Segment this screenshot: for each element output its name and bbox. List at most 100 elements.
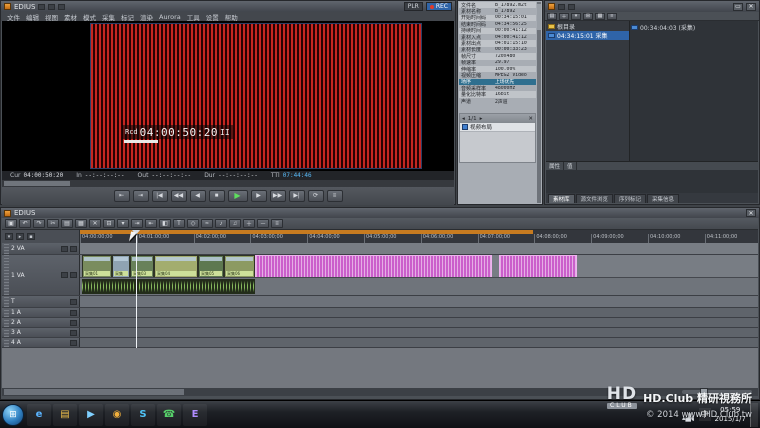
track-mute-icon[interactable] (70, 299, 77, 305)
menu-item[interactable]: 标记 (121, 12, 134, 22)
marker-button[interactable]: ◇ (187, 219, 199, 228)
copy-button[interactable]: ▤ (61, 219, 73, 228)
music-clip[interactable] (255, 255, 492, 278)
track-mute-icon[interactable] (61, 246, 68, 252)
layout-icon[interactable] (38, 4, 45, 10)
property-row[interactable]: 声道 2声道 (459, 98, 536, 104)
effects-close-icon[interactable]: ✕ (528, 116, 533, 122)
track-grip[interactable] (4, 243, 9, 254)
track-grip[interactable] (4, 255, 9, 295)
bin-tab[interactable]: 采集信息 (647, 194, 679, 203)
cut-button[interactable]: ✂ (47, 219, 59, 228)
track-header-2a[interactable]: 2 A (2, 318, 80, 327)
output-menu-button[interactable]: ≡ (327, 190, 343, 202)
timeline-hscrollbar-thumb[interactable] (4, 389, 184, 395)
track-grip[interactable] (4, 296, 9, 307)
track-lock-icon[interactable]: ▪ (27, 233, 35, 240)
fast-forward-button[interactable]: ▶▶ (270, 190, 286, 202)
bin-tree-capture[interactable]: 04:34:15:01 采集 (546, 31, 629, 40)
prev-frame-button[interactable]: ◀ (190, 190, 206, 202)
rewind-button[interactable]: ◀◀ (171, 190, 187, 202)
ripple-delete-button[interactable]: ⊟ (103, 219, 115, 228)
zoom-out-button[interactable]: － (257, 219, 269, 228)
bin-tab[interactable]: 序列标记 (614, 194, 646, 203)
next-clip-button[interactable]: ▶| (289, 190, 305, 202)
bin-pin-icon[interactable] (568, 4, 575, 10)
detail-view-button[interactable]: ▦ (595, 13, 605, 20)
play-button[interactable]: ▶ (228, 190, 248, 202)
add-clip-button[interactable]: ＋ (559, 13, 569, 20)
track-lane-2va[interactable] (80, 243, 758, 254)
track-header-t[interactable]: T (2, 296, 80, 307)
bin-minimize-button[interactable]: ▭ (733, 3, 743, 11)
track-mute-icon[interactable] (61, 272, 68, 278)
search-button[interactable]: ≡ (607, 13, 617, 20)
track-lane-1va-audio[interactable] (80, 277, 758, 295)
track-header-1va[interactable]: 1 VA (2, 255, 80, 295)
menu-item[interactable]: 视图 (45, 12, 58, 22)
music-clip[interactable] (499, 255, 577, 278)
start-button[interactable]: ⊞ (2, 404, 24, 426)
mixer-button[interactable]: ♫ (229, 219, 241, 228)
track-lane-2a[interactable] (80, 318, 758, 327)
bin-clip-item[interactable]: 00:34:04:03 (采集) (631, 22, 757, 32)
track-lane-1a[interactable] (80, 308, 758, 317)
menu-item[interactable]: 设置 (206, 12, 219, 22)
insert-mode-button[interactable]: ⇥ (131, 219, 143, 228)
track-grip[interactable] (4, 318, 9, 327)
timeline-close-button[interactable]: ✕ (746, 209, 756, 217)
track-mute-icon[interactable] (70, 310, 77, 316)
zoom-in-button[interactable]: ＋ (243, 219, 255, 228)
waveform-button[interactable]: ♪ (215, 219, 227, 228)
menu-item[interactable]: 工具 (187, 12, 200, 22)
track-header-1a[interactable]: 1 A (2, 308, 80, 317)
taskbar-chrome-icon[interactable]: ◉ (105, 404, 129, 426)
menu-item[interactable]: 文件 (7, 12, 20, 22)
set-in-button[interactable]: ⇤ (114, 190, 130, 202)
rec-button[interactable]: REC (426, 2, 452, 11)
snap-toggle-button[interactable]: ≈ (201, 219, 213, 228)
track-mute-icon[interactable] (70, 320, 77, 326)
bin-detail-column[interactable]: 属性 (546, 162, 564, 170)
track-header-3a[interactable]: 3 A (2, 328, 80, 337)
save-project-button[interactable]: ▣ (5, 219, 17, 228)
track-collapse-icon[interactable]: ▾ (5, 233, 13, 240)
menu-item[interactable]: 采集 (102, 12, 115, 22)
track-mute-icon[interactable] (70, 340, 77, 346)
track-grip[interactable] (4, 338, 9, 347)
delete-button[interactable]: ✕ (89, 219, 101, 228)
menu-item[interactable]: 渲染 (140, 12, 153, 22)
info-scrollbar[interactable] (537, 2, 541, 203)
track-lane-3a[interactable] (80, 328, 758, 337)
stop-button[interactable]: ■ (209, 190, 225, 202)
bin-tree-root[interactable]: 根目录 (546, 22, 629, 31)
undo-button[interactable]: ↶ (19, 219, 31, 228)
bin-dock-icon[interactable] (558, 4, 565, 10)
bin-detail-column[interactable]: 值 (564, 162, 577, 170)
menu-item[interactable]: 素材 (64, 12, 77, 22)
plr-button[interactable]: PLR (404, 2, 423, 11)
track-lane-4a[interactable] (80, 338, 758, 347)
track-options-icon[interactable]: ▸ (16, 233, 24, 240)
prev-clip-button[interactable]: |◀ (152, 190, 168, 202)
new-folder-button[interactable]: ▤ (547, 13, 557, 20)
next-frame-button[interactable]: ▶ (251, 190, 267, 202)
paste-button[interactable]: ▦ (75, 219, 87, 228)
settings-button[interactable]: ≡ (271, 219, 283, 228)
effects-next-icon[interactable]: ▸ (480, 116, 483, 122)
effects-prev-icon[interactable]: ◂ (462, 116, 465, 122)
playhead-line[interactable] (136, 230, 137, 348)
loop-button[interactable]: ⟳ (308, 190, 324, 202)
track-lane-t[interactable] (80, 296, 758, 307)
track-lock-icon[interactable] (70, 246, 77, 252)
effect-item-layouter[interactable]: 视频布局 (460, 123, 535, 132)
track-header-4a[interactable]: 4 A (2, 338, 80, 347)
track-lock-icon[interactable] (70, 272, 77, 278)
track-lane-1va-video[interactable]: 采集01 采集02 采集03 采集04 采集05 (80, 255, 758, 277)
overwrite-mode-button[interactable]: ⇤ (145, 219, 157, 228)
bin-clip-list[interactable]: 00:34:04:03 (采集) (630, 21, 758, 161)
taskbar-edius-icon[interactable]: E (183, 404, 207, 426)
set-out-button[interactable]: ⇥ (133, 190, 149, 202)
dual-monitor-icon[interactable] (48, 4, 55, 10)
preview-scrollbar[interactable] (2, 180, 454, 187)
